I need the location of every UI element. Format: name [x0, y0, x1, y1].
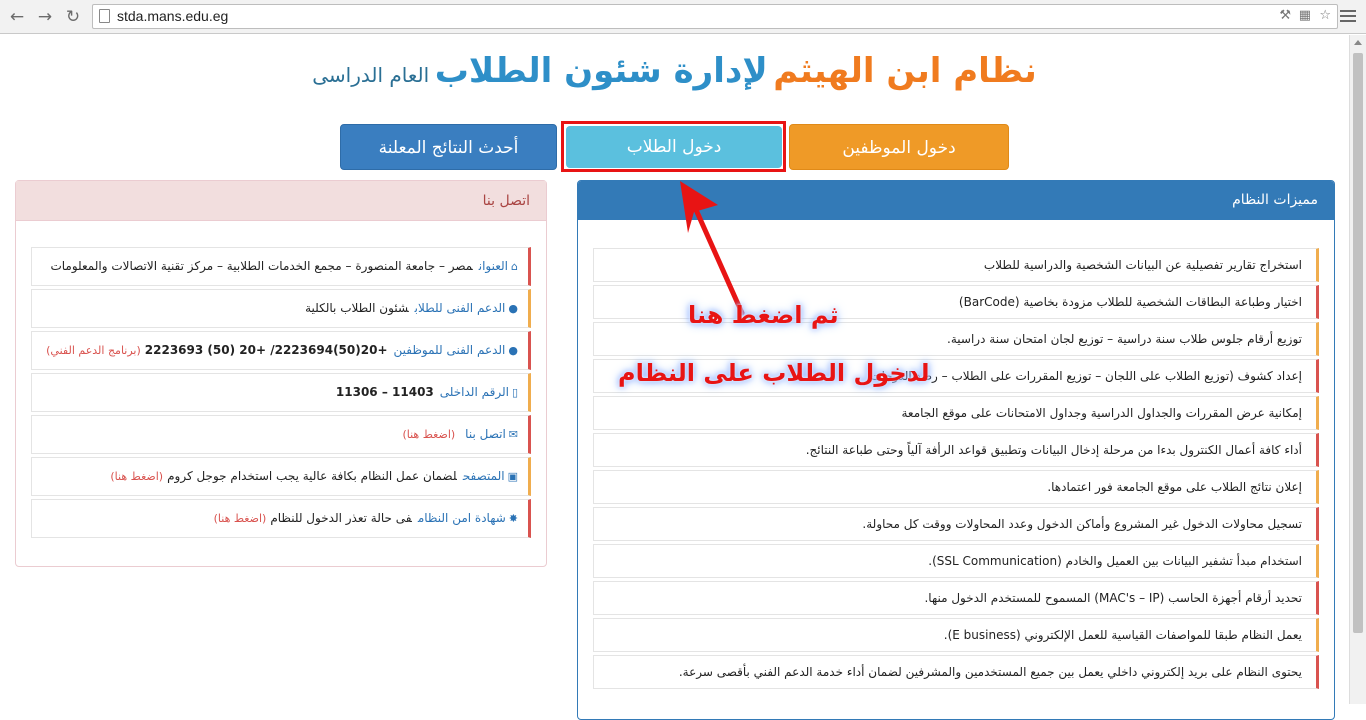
- phone-icon: ▯: [511, 386, 518, 399]
- feature-item: استخدام مبدأ تشفير البيانات بين العميل و…: [593, 544, 1319, 578]
- contact-item: ✉اتصل بنا (اضغط هنا): [31, 415, 531, 454]
- click-here-link[interactable]: (اضغط هنا): [402, 428, 455, 441]
- user-icon: ●: [508, 344, 518, 357]
- reload-icon[interactable]: ↻: [62, 6, 84, 28]
- contact-item: ⌂العنوان مصر – جامعة المنصورة – مجمع الخد…: [31, 247, 531, 286]
- contact-label: الدعم الفنى للطلاب: [414, 301, 506, 315]
- contact-label: الرقم الداخلى: [439, 385, 509, 399]
- contact-label: شهادة امن النظام: [417, 511, 506, 525]
- translate-icon[interactable]: ▦: [1299, 8, 1311, 23]
- contact-value: فى حالة تعذر الدخول للنظام: [270, 511, 412, 525]
- home-icon: ⌂: [511, 260, 518, 273]
- click-here-link[interactable]: (اضغط هنا): [214, 512, 267, 525]
- certificate-icon: ✸: [508, 512, 518, 525]
- contact-label: الدعم الفنى للموظفين: [393, 343, 506, 357]
- contact-panel: اتصل بنا ⌂العنوان مصر – جامعة المنصورة – …: [15, 180, 547, 567]
- address-bar[interactable]: stda.mans.edu.eg ⚒ ▦ ☆: [92, 4, 1338, 29]
- scrollbar[interactable]: [1349, 35, 1366, 704]
- browser-icon: ▣: [507, 470, 518, 483]
- contact-label[interactable]: اتصل بنا: [465, 427, 506, 441]
- scrollbar-thumb[interactable]: [1353, 53, 1363, 633]
- contact-label: المتصفح: [462, 469, 505, 483]
- page-icon: [99, 9, 110, 23]
- contact-value: لضمان عمل النظام بكافة عالية يجب استخدام…: [167, 469, 457, 483]
- feature-item: تسجيل محاولات الدخول غير المشروع وأماكن …: [593, 507, 1319, 541]
- annotation-line-2: لدخول الطلاب على النظام: [618, 359, 930, 387]
- feature-item: إمكانية عرض المقررات والجداول الدراسية و…: [593, 396, 1319, 430]
- contact-item: ●الدعم الفنى للموظفين +20(50)2223694/ +20…: [31, 331, 531, 370]
- contact-value: +20(50)2223694/ +20 (50) 2223693: [144, 343, 388, 357]
- title-part-3: العام الدراسى: [312, 63, 430, 87]
- click-here-link[interactable]: (اضغط هنا): [110, 470, 163, 483]
- contact-item: ▣المتصفح لضمان عمل النظام بكافة عالية يجب…: [31, 457, 531, 496]
- title-part-1: نظام ابن الهيثم: [773, 51, 1037, 91]
- contact-value: شئون الطلاب بالكلية: [305, 301, 409, 315]
- feature-item: تحديد أرقام أجهزة الحاسب (MAC's – IP) ال…: [593, 581, 1319, 615]
- feature-item: أداء كافة أعمال الكنترول بدءا من مرحلة إ…: [593, 433, 1319, 467]
- contact-panel-title: اتصل بنا: [16, 181, 546, 221]
- contact-item: ●الدعم الفنى للطلاب شئون الطلاب بالكلية: [31, 289, 531, 328]
- scroll-up-icon[interactable]: [1354, 40, 1362, 45]
- contact-item: ✸شهادة امن النظام فى حالة تعذر الدخول للن…: [31, 499, 531, 538]
- feature-item: يحتوى النظام على بريد إلكتروني داخلي يعم…: [593, 655, 1319, 689]
- page-content: نظام ابن الهيثم لإدارة شئون الطلاب العام…: [0, 35, 1349, 720]
- contact-list: ⌂العنوان مصر – جامعة المنصورة – مجمع الخد…: [16, 221, 546, 538]
- envelope-icon: ✉: [508, 428, 518, 441]
- latest-results-button[interactable]: أحدث النتائج المعلنة: [340, 124, 557, 170]
- back-arrow-icon[interactable]: ←: [6, 6, 28, 28]
- features-panel-title: مميزات النظام: [578, 181, 1334, 220]
- contact-item: ▯الرقم الداخلى 11403 – 11306: [31, 373, 531, 412]
- menu-icon[interactable]: [1340, 7, 1356, 23]
- browser-toolbar: ← → ↻ stda.mans.edu.eg ⚒ ▦ ☆: [0, 0, 1366, 34]
- contact-label: العنوان: [478, 259, 509, 273]
- title-part-2: لإدارة شئون الطلاب: [434, 51, 768, 91]
- forward-arrow-icon[interactable]: →: [34, 6, 56, 28]
- contact-note: (برنامج الدعم الفني): [46, 344, 141, 357]
- employees-login-button[interactable]: دخول الموظفين: [789, 124, 1009, 170]
- user-icon: ●: [508, 302, 518, 315]
- wrench-icon[interactable]: ⚒: [1279, 8, 1291, 23]
- url-text: stda.mans.edu.eg: [117, 8, 229, 24]
- feature-item: يعمل النظام طبقا للمواصفات القياسية للعم…: [593, 618, 1319, 652]
- annotation-line-1: ثم اضغط هنا: [688, 301, 839, 329]
- contact-value: مصر – جامعة المنصورة – مجمع الخدمات الطل…: [50, 259, 473, 273]
- star-icon[interactable]: ☆: [1319, 8, 1331, 23]
- features-panel: مميزات النظام استخراج تقارير تفصيلية عن …: [577, 180, 1335, 720]
- feature-item: إعلان نتائج الطلاب على موقع الجامعة فور …: [593, 470, 1319, 504]
- contact-value: 11403 – 11306: [335, 385, 434, 399]
- students-login-button[interactable]: دخول الطلاب: [566, 126, 782, 168]
- features-list: استخراج تقارير تفصيلية عن البيانات الشخص…: [578, 220, 1334, 689]
- page-title: نظام ابن الهيثم لإدارة شئون الطلاب العام…: [0, 51, 1349, 91]
- feature-item: استخراج تقارير تفصيلية عن البيانات الشخص…: [593, 248, 1319, 282]
